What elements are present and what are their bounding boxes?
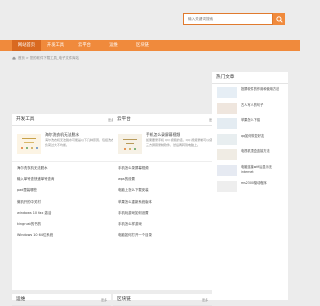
hot-item[interactable]: 电脑连接wifi后显示无internet — [212, 162, 288, 178]
feature-thumbnail[interactable] — [17, 134, 41, 154]
nav-blockchain[interactable]: 区块链 — [128, 40, 157, 51]
hot-item-title[interactable]: 古人写人的句子 — [241, 103, 283, 108]
hot-item-title[interactable]: 苹果怎么下载 — [241, 118, 283, 123]
thumbnail[interactable] — [217, 87, 237, 98]
dev-tools-list: 海尔洗衣机无法脱水 输入单号查快递单号查询 pad里装哪些 微机开的中关村 wi… — [12, 162, 118, 241]
search-icon — [275, 15, 283, 23]
dev-tools-feature[interactable]: 海尔洗衣机无法脱水 海尔洗衣机无法脱水可能是以下几种原因，包括洗衣机的负荷过大不… — [12, 126, 121, 162]
list-item[interactable]: 手机怎么样游戏 — [118, 219, 219, 230]
list-item[interactable]: 电脑上怎么下载安装 — [118, 185, 219, 196]
feature-description: 如果要录手机 QQ 视频的话，QQ 视频录制可以使用第三方屏幕录制软件，然后再转… — [146, 138, 219, 147]
list-item[interactable]: 海尔洗衣机无法脱水 — [17, 163, 118, 174]
nav-home[interactable]: 网站首页 — [12, 40, 41, 51]
nav-ops[interactable]: 运维 — [99, 40, 128, 51]
thumbnail[interactable] — [217, 133, 237, 145]
list-item[interactable]: wps的设置 — [118, 174, 219, 185]
blockchain-panel: 区块链 更多 — [113, 294, 212, 306]
list-item[interactable]: pad里装哪些 — [17, 185, 118, 196]
cloud-feature[interactable]: 手机怎么录屏幕视频 如果要录手机 QQ 视频的话，QQ 视频录制可以使用第三方屏… — [113, 126, 219, 162]
list-item[interactable]: 输入单号查快递单号查询 — [17, 174, 118, 185]
hot-item[interactable]: 投屏软件的作用和使用方法 — [212, 84, 288, 100]
list-item[interactable]: 电脑如何打开一个目录 — [118, 230, 219, 241]
hot-item-title[interactable]: 电脑连接wifi后显示无internet — [241, 165, 283, 175]
hot-item-title[interactable]: ms2300驱动程序 — [241, 181, 283, 186]
home-icon — [12, 56, 16, 60]
ops-header: 运维 更多 — [12, 294, 111, 306]
dev-tools-panel: 开发工具 更多 海尔洗衣机无法脱水 海尔洗衣机无法脱水可能是以下几种原因，包括洗… — [12, 114, 121, 290]
list-item[interactable]: 手机怎么录屏幕视频 — [118, 163, 219, 174]
dev-tools-title[interactable]: 开发工具 — [16, 117, 34, 122]
breadcrumb-text[interactable]: 首页 > 您的软件下载工具_电子文件库站 — [18, 55, 79, 60]
cloud-title[interactable]: 云平台 — [117, 117, 131, 122]
thumbnail[interactable] — [217, 149, 237, 161]
cloud-list: 手机怎么录屏幕视频 wps的设置 电脑上怎么下载安装 苹果怎么重新系统版本 手机… — [113, 162, 219, 241]
ops-panel: 运维 更多 — [12, 294, 111, 306]
hot-item[interactable]: 苹果怎么下载 — [212, 115, 288, 131]
hot-item[interactable]: 电视机顶盒连接方法 — [212, 146, 288, 162]
list-item[interactable]: windows 10 fax 激活 — [17, 208, 118, 219]
hot-item[interactable]: ms2300驱动程序 — [212, 178, 288, 194]
hot-item[interactable]: 古人写人的句子 — [212, 100, 288, 116]
list-item[interactable]: kingrust的书的 — [17, 219, 118, 230]
ops-more-link[interactable]: 更多 — [101, 294, 107, 306]
search-input[interactable]: 输入关键词搜索 — [183, 13, 273, 25]
hot-item[interactable]: qq如何恢复好友 — [212, 131, 288, 147]
thumbnail[interactable] — [217, 102, 237, 114]
hot-item-title[interactable]: 电视机顶盒连接方法 — [241, 149, 283, 154]
list-item[interactable]: 微机开的中关村 — [17, 197, 118, 208]
main-nav: 网站首页 开发工具 云平台 运维 区块链 — [0, 40, 300, 51]
hot-item-title[interactable]: 投屏软件的作用和使用方法 — [241, 87, 283, 92]
hot-item-title[interactable]: qq如何恢复好友 — [241, 134, 283, 139]
thumbnail[interactable] — [217, 164, 237, 176]
header: 输入关键词搜索 — [0, 0, 300, 40]
list-item[interactable]: 手机玩游戏如何设置 — [118, 208, 219, 219]
hot-header: 热门文章 — [212, 72, 288, 84]
thumbnail[interactable] — [217, 180, 237, 192]
site-logo[interactable] — [12, 10, 122, 28]
list-item[interactable]: Windows 10 64位系统 — [17, 230, 118, 241]
hot-title[interactable]: 热门文章 — [216, 75, 234, 80]
nav-dev-tools[interactable]: 开发工具 — [41, 40, 70, 51]
hot-panel: 热门文章 投屏软件的作用和使用方法 古人写人的句子 苹果怎么下载 qq如何恢复好… — [212, 72, 288, 300]
search-button[interactable] — [273, 13, 285, 25]
list-item[interactable]: 苹果怎么重新系统版本 — [118, 197, 219, 208]
breadcrumb: 首页 > 您的软件下载工具_电子文件库站 — [12, 55, 79, 60]
dev-tools-header: 开发工具 更多 — [12, 114, 118, 126]
feature-thumbnail[interactable] — [118, 134, 142, 154]
cloud-header: 云平台 更多 — [113, 114, 219, 126]
blockchain-more-link[interactable]: 更多 — [202, 294, 208, 306]
blockchain-header: 区块链 更多 — [113, 294, 212, 306]
thumbnail[interactable] — [217, 118, 237, 130]
nav-cloud[interactable]: 云平台 — [70, 40, 99, 51]
feature-description: 海尔洗衣机无法脱水可能是以下几种原因，包括洗衣机的负荷过大不均衡。 — [45, 138, 121, 147]
cloud-panel: 云平台 更多 手机怎么录屏幕视频 如果要录手机 QQ 视频的话，QQ 视频录制可… — [113, 114, 219, 290]
